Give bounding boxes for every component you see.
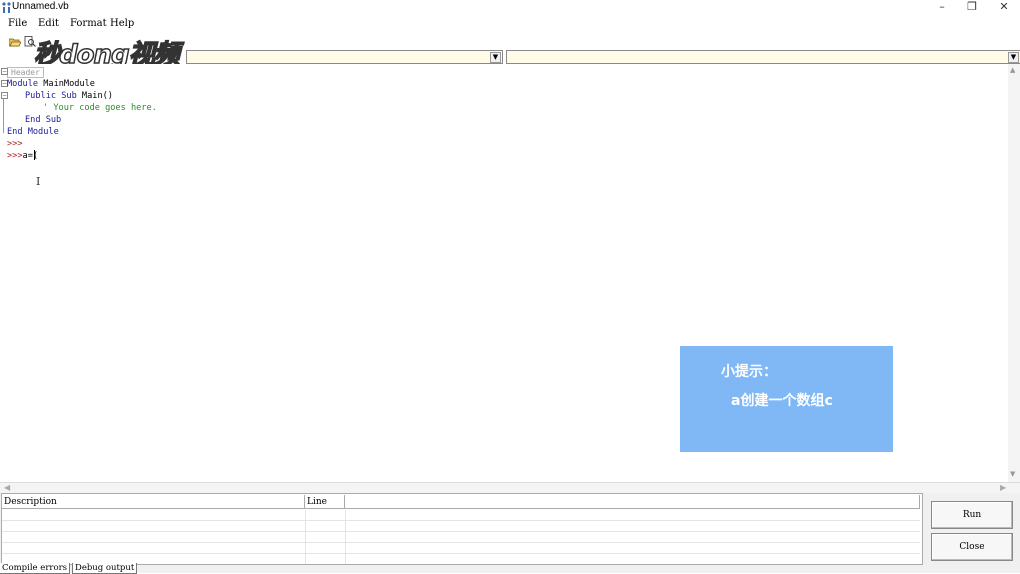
ibeam-cursor-icon: I	[36, 175, 41, 188]
code-line-end-sub[interactable]: End Sub	[25, 115, 61, 125]
title-bar: Unnamed.vb – ❐ ✕	[0, 0, 1020, 15]
tab-debug-output[interactable]: Debug output	[72, 563, 138, 574]
object-combo[interactable]: ▼	[186, 50, 503, 64]
tip-body: a创建一个数组c	[731, 393, 833, 409]
table-row	[2, 532, 920, 543]
fold-line	[3, 99, 4, 133]
tip-title: 小提示：	[721, 364, 777, 380]
run-button[interactable]: Run	[931, 501, 1013, 529]
menu-help[interactable]: Help	[110, 18, 134, 29]
chevron-down-icon[interactable]: ▼	[1008, 52, 1019, 63]
grid-divider	[305, 510, 306, 564]
code-line-end-module[interactable]: End Module	[7, 127, 59, 137]
header-tag[interactable]: Header	[7, 67, 44, 78]
chevron-down-icon[interactable]: ▼	[490, 52, 501, 63]
minimize-button[interactable]: –	[927, 0, 957, 15]
menu-edit[interactable]: Edit	[38, 18, 59, 29]
close-button[interactable]: Close	[931, 533, 1013, 561]
window-title: Unnamed.vb	[12, 1, 69, 12]
code-line-sub[interactable]: Public Sub Main()	[25, 91, 113, 101]
prompt-line[interactable]: >>>	[7, 139, 23, 149]
app-icon	[2, 2, 11, 13]
tip-box: 小提示： a创建一个数组c	[680, 346, 893, 452]
menu-bar: File Edit Format Help	[0, 16, 1020, 33]
bottom-panel: Description Line Run Close	[0, 493, 1020, 573]
open-folder-icon[interactable]	[9, 36, 21, 47]
grid-divider	[345, 510, 346, 564]
text-caret	[34, 150, 35, 160]
menu-file[interactable]: File	[8, 18, 27, 29]
tab-compile-errors[interactable]: Compile errors	[0, 563, 70, 574]
scroll-up-icon[interactable]: ▲	[1010, 66, 1015, 74]
fold-toggle-icon[interactable]: −	[1, 92, 8, 99]
column-description[interactable]: Description	[2, 495, 305, 509]
code-line-module[interactable]: Module MainModule	[7, 79, 95, 89]
table-row	[2, 510, 920, 521]
scroll-left-icon[interactable]: ◀	[4, 483, 10, 492]
close-window-button[interactable]: ✕	[989, 0, 1019, 15]
menu-format[interactable]: Format	[70, 18, 107, 29]
column-line[interactable]: Line	[305, 495, 345, 509]
error-grid[interactable]: Description Line	[1, 493, 923, 565]
restore-button[interactable]: ❐	[957, 0, 987, 15]
scroll-down-icon[interactable]: ▼	[1010, 470, 1015, 478]
vertical-scrollbar[interactable]: ▲ ▼	[1008, 64, 1020, 482]
scroll-right-icon[interactable]: ▶	[1000, 483, 1006, 492]
fold-toggle-icon[interactable]: −	[1, 68, 8, 75]
table-row	[2, 521, 920, 532]
code-line-comment[interactable]: ' Your code goes here.	[43, 103, 157, 113]
table-row	[2, 543, 920, 554]
column-extra[interactable]	[345, 495, 920, 509]
procedure-combo[interactable]: ▼	[506, 50, 1020, 64]
